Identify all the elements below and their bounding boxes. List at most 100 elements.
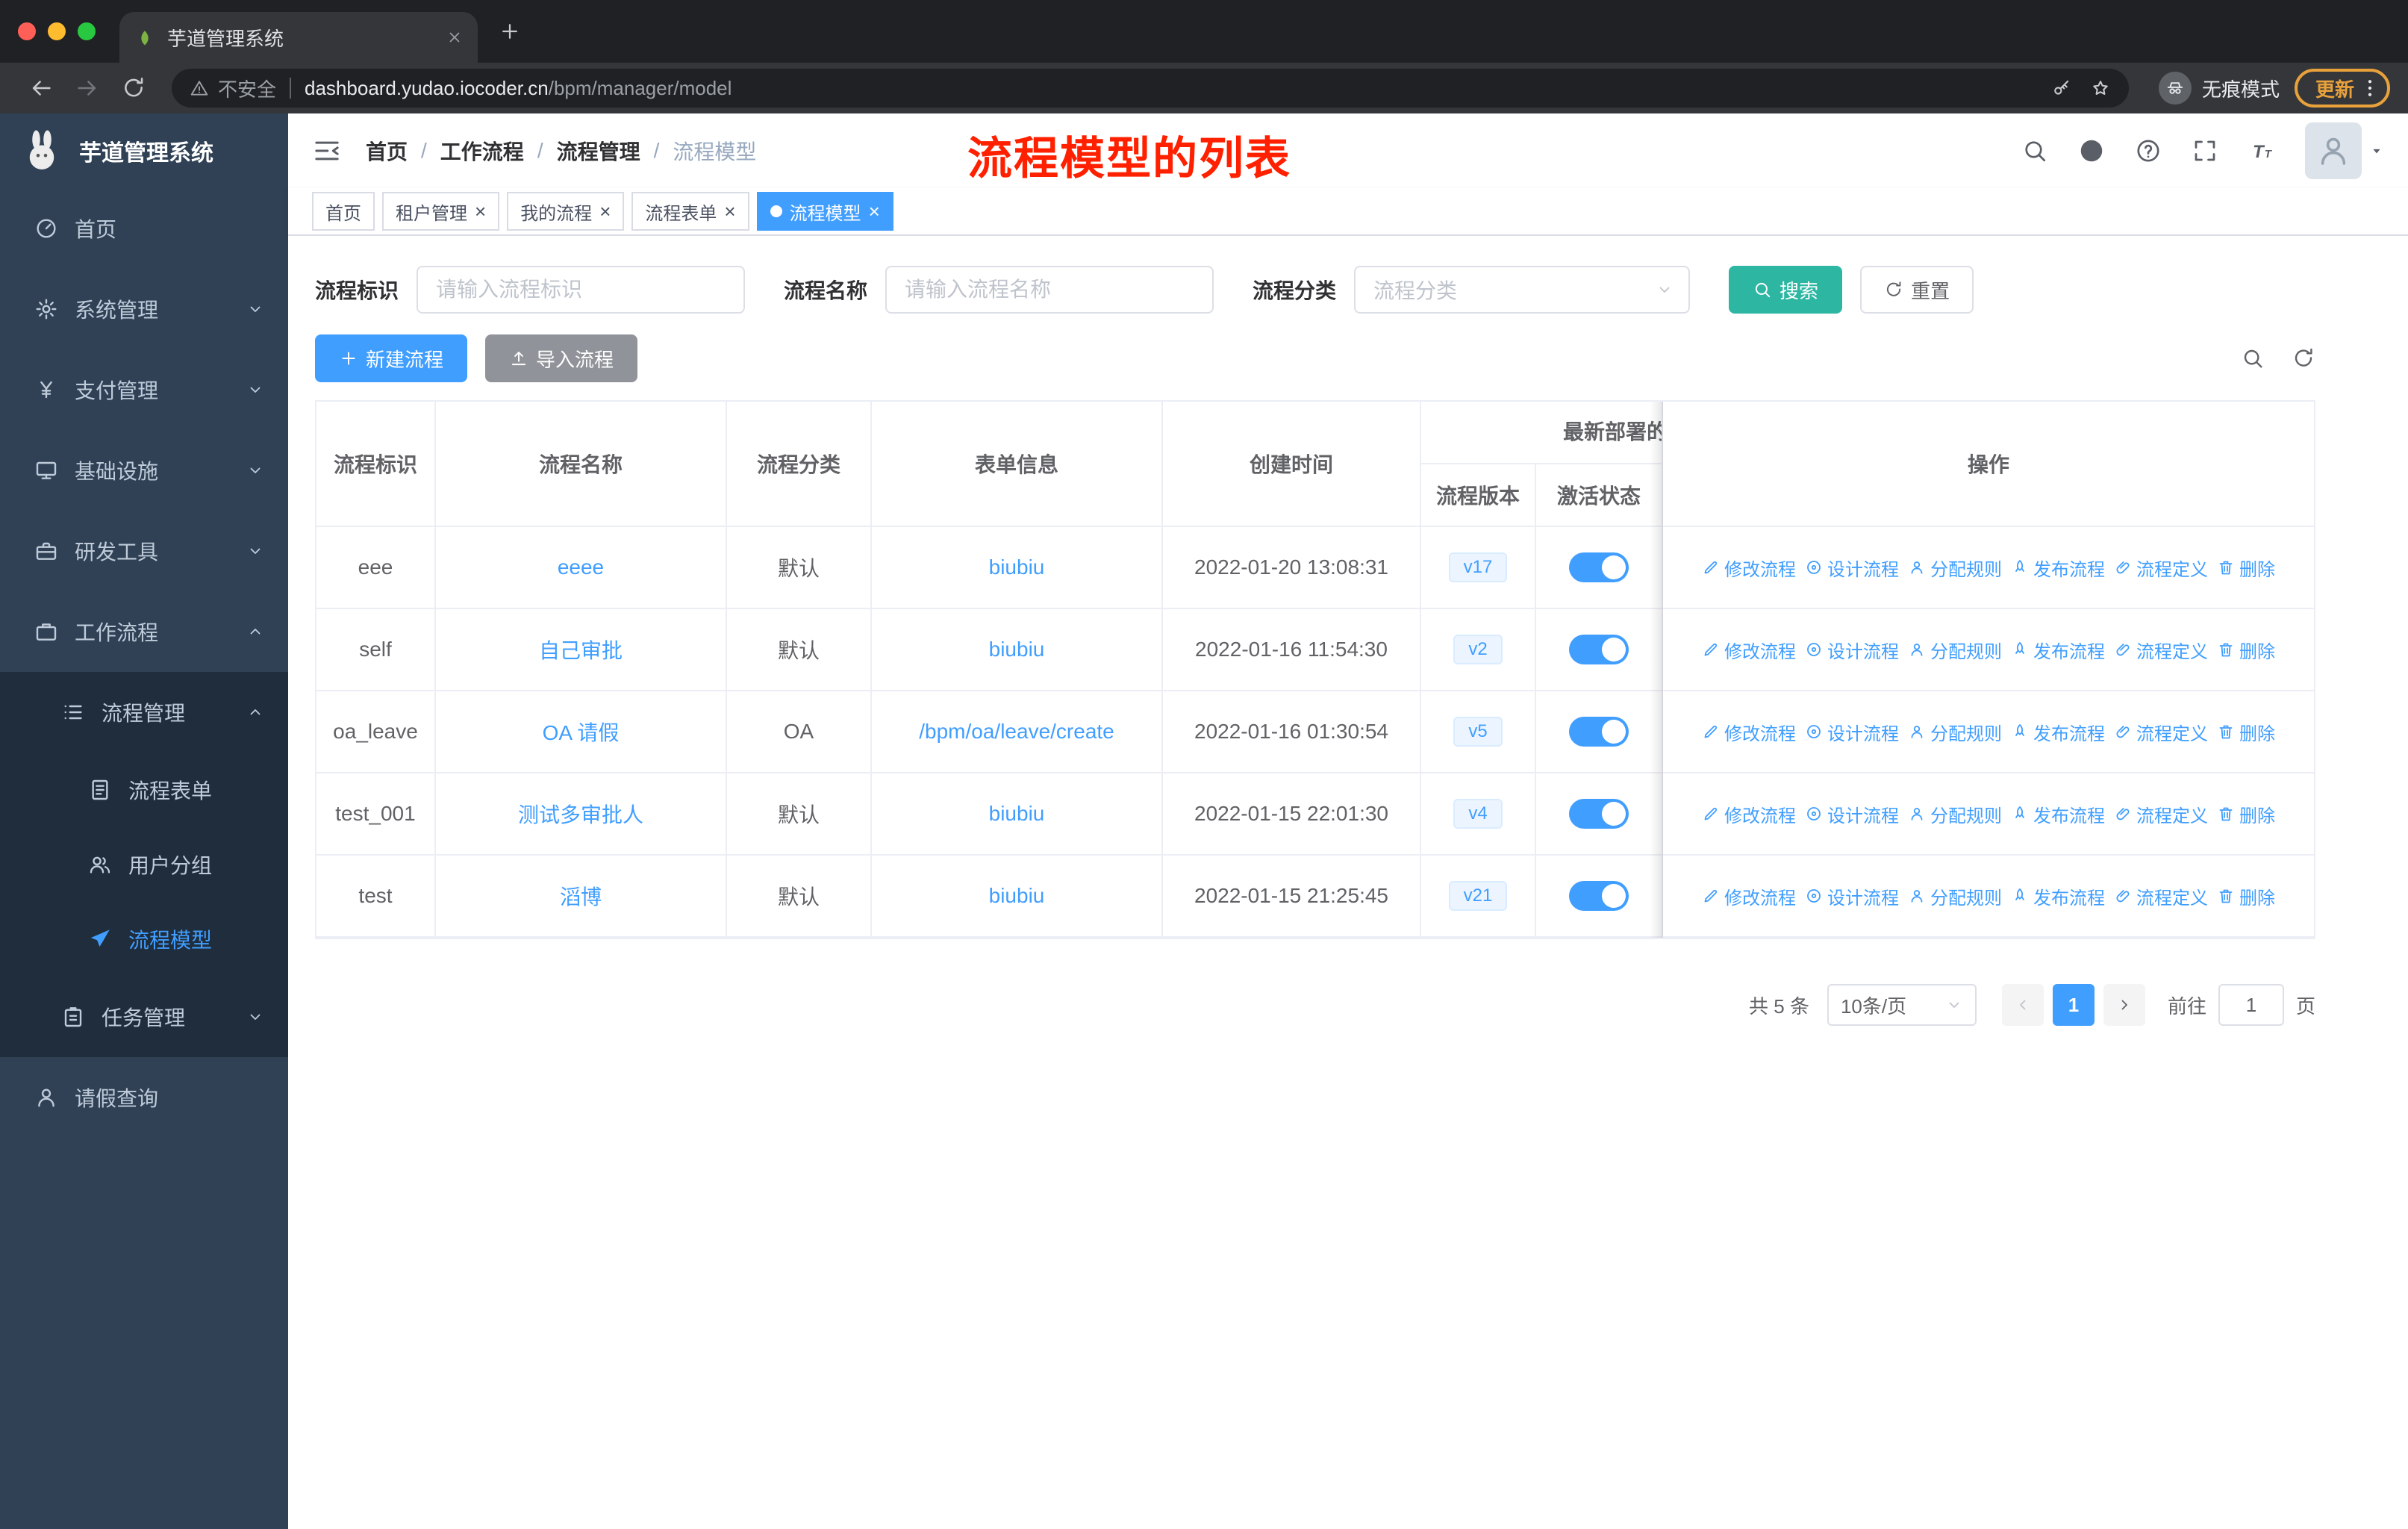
forward-button[interactable] bbox=[75, 75, 100, 101]
window-zoom-button[interactable] bbox=[78, 22, 96, 40]
process-name-link[interactable]: 测试多审批人 bbox=[518, 799, 643, 829]
sidebar-item-infrastructure[interactable]: 基础设施 bbox=[0, 430, 288, 511]
password-key-icon[interactable] bbox=[2051, 78, 2072, 99]
breadcrumb-home[interactable]: 首页 bbox=[366, 136, 408, 166]
flow-definition-link[interactable]: 流程定义 bbox=[2114, 555, 2208, 581]
create-flow-button[interactable]: 新建流程 bbox=[315, 334, 468, 382]
design-flow-link[interactable]: 设计流程 bbox=[1805, 719, 1899, 745]
tag-close-icon[interactable]: × bbox=[869, 202, 880, 221]
window-minimize-button[interactable] bbox=[48, 22, 66, 40]
publish-flow-link[interactable]: 发布流程 bbox=[2011, 637, 2105, 663]
breadcrumb-process-management[interactable]: 流程管理 bbox=[557, 136, 640, 166]
next-page-button[interactable] bbox=[2103, 984, 2145, 1026]
design-flow-link[interactable]: 设计流程 bbox=[1805, 883, 1899, 909]
page-size-select[interactable]: 10条/页 bbox=[1827, 984, 1977, 1026]
tag-process-form[interactable]: 流程表单 × bbox=[631, 192, 749, 231]
bookmark-star-icon[interactable] bbox=[2090, 78, 2111, 99]
app-logo[interactable]: 芋道管理系统 bbox=[0, 113, 288, 188]
help-icon[interactable] bbox=[2135, 137, 2162, 164]
back-button[interactable] bbox=[28, 75, 54, 101]
assign-rule-link[interactable]: 分配规则 bbox=[1908, 801, 2002, 827]
tag-tenant-management[interactable]: 租户管理 × bbox=[382, 192, 500, 231]
modify-flow-link[interactable]: 修改流程 bbox=[1702, 801, 1796, 827]
active-toggle[interactable] bbox=[1569, 552, 1629, 582]
design-flow-link[interactable]: 设计流程 bbox=[1805, 637, 1899, 663]
tab-close-icon[interactable] bbox=[446, 29, 463, 46]
publish-flow-link[interactable]: 发布流程 bbox=[2011, 555, 2105, 581]
flow-definition-link[interactable]: 流程定义 bbox=[2114, 883, 2208, 909]
address-bar[interactable]: 不安全 dashboard.yudao.iocoder.cn/bpm/manag… bbox=[172, 69, 2129, 108]
tag-close-icon[interactable]: × bbox=[724, 202, 735, 221]
font-size-icon[interactable]: TT bbox=[2248, 137, 2275, 164]
process-name-link[interactable]: eeee bbox=[558, 555, 604, 579]
sidebar-item-process-management[interactable]: 流程管理 bbox=[0, 672, 288, 753]
reload-button[interactable] bbox=[121, 75, 146, 101]
sidebar-item-process-model[interactable]: 流程模型 bbox=[0, 902, 288, 977]
process-name-input[interactable] bbox=[885, 266, 1214, 314]
sidebar-item-home[interactable]: 首页 bbox=[0, 188, 288, 269]
page-1-button[interactable]: 1 bbox=[2052, 984, 2094, 1026]
delete-flow-link[interactable]: 删除 bbox=[2217, 637, 2275, 663]
publish-flow-link[interactable]: 发布流程 bbox=[2011, 719, 2105, 745]
breadcrumb-workflow[interactable]: 工作流程 bbox=[440, 136, 524, 166]
prev-page-button[interactable] bbox=[2001, 984, 2044, 1026]
form-info-link[interactable]: biubiu bbox=[989, 802, 1045, 826]
process-name-link[interactable]: OA 请假 bbox=[543, 717, 620, 747]
import-flow-button[interactable]: 导入流程 bbox=[485, 334, 638, 382]
delete-flow-link[interactable]: 删除 bbox=[2217, 801, 2275, 827]
flow-definition-link[interactable]: 流程定义 bbox=[2114, 719, 2208, 745]
github-icon[interactable] bbox=[2078, 137, 2105, 164]
publish-flow-link[interactable]: 发布流程 bbox=[2011, 883, 2105, 909]
sidebar-item-workflow[interactable]: 工作流程 bbox=[0, 591, 288, 672]
modify-flow-link[interactable]: 修改流程 bbox=[1702, 637, 1796, 663]
active-toggle[interactable] bbox=[1569, 799, 1629, 829]
active-toggle[interactable] bbox=[1569, 881, 1629, 911]
sidebar-item-task-management[interactable]: 任务管理 bbox=[0, 977, 288, 1057]
active-toggle[interactable] bbox=[1569, 717, 1629, 747]
form-info-link[interactable]: biubiu bbox=[989, 555, 1045, 579]
sidebar-item-user-group[interactable]: 用户分组 bbox=[0, 827, 288, 902]
window-close-button[interactable] bbox=[18, 22, 36, 40]
tag-home[interactable]: 首页 bbox=[312, 192, 375, 231]
tag-close-icon[interactable]: × bbox=[599, 202, 611, 221]
modify-flow-link[interactable]: 修改流程 bbox=[1702, 719, 1796, 745]
form-info-link[interactable]: biubiu bbox=[989, 884, 1045, 908]
assign-rule-link[interactable]: 分配规则 bbox=[1908, 883, 2002, 909]
sidebar-item-process-form[interactable]: 流程表单 bbox=[0, 753, 288, 827]
browser-menu-icon[interactable] bbox=[2359, 77, 2381, 99]
process-name-link[interactable]: 自己审批 bbox=[539, 635, 623, 664]
tag-process-model[interactable]: 流程模型 × bbox=[756, 192, 893, 231]
delete-flow-link[interactable]: 删除 bbox=[2217, 883, 2275, 909]
update-button[interactable]: 更新 bbox=[2294, 69, 2390, 108]
sidebar-item-payment-management[interactable]: 支付管理 bbox=[0, 349, 288, 430]
form-info-link[interactable]: biubiu bbox=[989, 638, 1045, 661]
active-toggle[interactable] bbox=[1569, 635, 1629, 664]
modify-flow-link[interactable]: 修改流程 bbox=[1702, 555, 1796, 581]
delete-flow-link[interactable]: 删除 bbox=[2217, 555, 2275, 581]
delete-flow-link[interactable]: 删除 bbox=[2217, 719, 2275, 745]
flow-definition-link[interactable]: 流程定义 bbox=[2114, 801, 2208, 827]
refresh-table-icon[interactable] bbox=[2292, 346, 2315, 370]
modify-flow-link[interactable]: 修改流程 bbox=[1702, 883, 1796, 909]
fullscreen-icon[interactable] bbox=[2192, 137, 2218, 164]
sidebar-toggle-icon[interactable] bbox=[312, 136, 342, 166]
design-flow-link[interactable]: 设计流程 bbox=[1805, 555, 1899, 581]
flow-definition-link[interactable]: 流程定义 bbox=[2114, 637, 2208, 663]
publish-flow-link[interactable]: 发布流程 bbox=[2011, 801, 2105, 827]
sidebar-item-leave-query[interactable]: 请假查询 bbox=[0, 1057, 288, 1138]
tag-close-icon[interactable]: × bbox=[475, 202, 486, 221]
tag-my-process[interactable]: 我的流程 × bbox=[507, 192, 625, 231]
goto-page-input[interactable] bbox=[2218, 984, 2284, 1026]
assign-rule-link[interactable]: 分配规则 bbox=[1908, 555, 2002, 581]
form-info-link[interactable]: /bpm/oa/leave/create bbox=[919, 720, 1114, 744]
toggle-search-icon[interactable] bbox=[2241, 346, 2265, 370]
process-name-link[interactable]: 滔博 bbox=[560, 881, 602, 911]
process-id-input[interactable] bbox=[417, 266, 746, 314]
new-tab-button[interactable] bbox=[499, 20, 521, 43]
assign-rule-link[interactable]: 分配规则 bbox=[1908, 719, 2002, 745]
header-search-icon[interactable] bbox=[2021, 137, 2048, 164]
browser-tab[interactable]: 芋道管理系统 bbox=[119, 12, 478, 63]
user-menu[interactable] bbox=[2305, 122, 2384, 179]
design-flow-link[interactable]: 设计流程 bbox=[1805, 801, 1899, 827]
sidebar-item-system-management[interactable]: 系统管理 bbox=[0, 269, 288, 349]
